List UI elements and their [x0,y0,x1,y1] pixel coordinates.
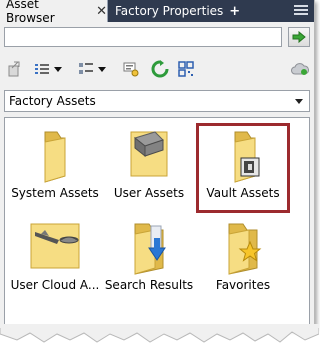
library-dropdown-value: Factory Assets [9,94,96,108]
chevron-down-icon [54,67,62,72]
cloud-status-icon [291,63,309,75]
list-view-button[interactable] [32,58,64,80]
list-view-icon [35,64,49,74]
search-go-button[interactable] [288,27,310,47]
folder-label: System Assets [11,186,99,200]
refresh-icon [151,60,169,78]
library-dropdown[interactable]: Factory Assets [4,90,310,112]
search-input[interactable] [4,27,282,47]
tab-label: Asset Browser [6,0,55,25]
import-button[interactable] [6,58,24,80]
import-icon [8,61,20,77]
qr-code-button[interactable] [176,58,196,80]
chevron-down-icon [98,67,106,72]
toolbar [4,58,310,82]
highlight-frame [196,123,290,213]
folder-label: User Assets [113,186,185,200]
add-tab-icon[interactable]: + [229,4,240,19]
folder-icon [31,126,79,184]
folder-search-results[interactable]: Search Results [99,218,199,292]
qr-code-icon [178,61,194,77]
tab-label: Factory Properties [115,4,224,18]
arrow-right-icon [292,31,306,43]
properties-button[interactable] [122,58,140,80]
folder-label: Favorites [215,278,271,292]
folder-label: User Cloud A... [10,278,100,292]
refresh-button[interactable] [150,58,170,80]
close-icon[interactable]: ✕ [96,4,107,19]
tab-asset-browser[interactable]: Asset Browser ✕ [0,0,108,25]
cloud-status-button[interactable] [290,58,310,80]
thumbnail-view-icon [79,63,93,74]
folder-with-star-icon [219,218,267,276]
folder-with-download-icon [125,218,173,276]
chevron-down-icon [295,99,303,104]
search-row [4,27,310,49]
folder-system-assets[interactable]: System Assets [5,126,105,200]
thumbnail-view-button[interactable] [76,58,108,80]
tab-bar: Asset Browser ✕ Factory Properties + [0,0,314,25]
folder-favorites[interactable]: Favorites [193,218,293,292]
folder-user-cloud-assets[interactable]: User Cloud A... [5,218,105,292]
folder-with-asset-icon [125,126,173,184]
folder-with-cloud-asset-icon [30,218,80,276]
folder-user-assets[interactable]: User Assets [99,126,199,200]
folder-label: Search Results [104,278,194,292]
panel-menu-icon[interactable] [294,3,308,17]
torn-edge [0,324,319,343]
tab-factory-properties[interactable]: Factory Properties + [109,0,242,22]
properties-icon [123,62,139,77]
